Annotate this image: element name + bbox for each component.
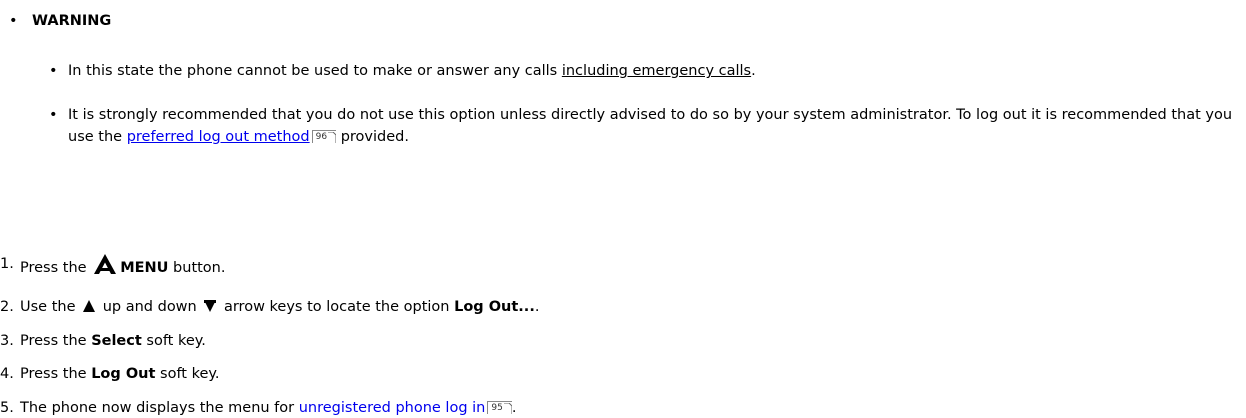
step-text: Press the Log Out soft key. xyxy=(20,364,220,384)
page-ref-number: 96 xyxy=(315,132,328,142)
step-number: 5. xyxy=(0,400,14,416)
page-ref-number: 95 xyxy=(491,403,503,413)
text: Press the xyxy=(20,260,92,276)
step-text: Use the up and down arrow keys to locate… xyxy=(20,297,539,317)
text: The phone now displays the menu for xyxy=(20,400,299,416)
up-arrow-icon xyxy=(83,300,96,312)
bullet: • xyxy=(49,107,58,123)
list-item-text: It is strongly recommended that you do n… xyxy=(68,104,1246,148)
step-number: 1. xyxy=(0,256,14,272)
page-ref-icon xyxy=(328,132,337,143)
menu-icon xyxy=(94,254,117,274)
list-item-text: In this state the phone cannot be used t… xyxy=(68,60,1246,82)
text: soft key. xyxy=(155,366,220,382)
step-text: Press the MENU button. xyxy=(20,254,225,278)
text: button. xyxy=(168,260,226,276)
text: . xyxy=(751,63,756,79)
text: . xyxy=(534,299,540,315)
soft-key-label: Log Out xyxy=(91,366,156,382)
bullet: • xyxy=(49,63,58,79)
text: Press the xyxy=(20,366,92,382)
text: up and down xyxy=(98,299,202,315)
soft-key-label: Select xyxy=(91,333,142,349)
text: Use the xyxy=(20,299,81,315)
text: soft key. xyxy=(141,333,206,349)
text: Press the xyxy=(20,333,92,349)
step-number: 4. xyxy=(0,366,14,382)
page-ref[interactable]: 95 xyxy=(487,401,512,414)
bullet: • xyxy=(9,13,18,29)
text: In this state the phone cannot be used t… xyxy=(68,63,562,79)
step-text: Press the Select soft key. xyxy=(20,331,206,351)
step-text: The phone now displays the menu for unre… xyxy=(20,398,516,418)
text: . xyxy=(511,400,517,416)
preferred-log-out-link[interactable]: preferred log out method xyxy=(127,129,310,145)
down-arrow-icon xyxy=(204,300,217,312)
step-number: 3. xyxy=(0,333,14,349)
menu-button-label: MENU xyxy=(120,260,169,276)
step-number: 2. xyxy=(0,299,14,315)
unregistered-log-in-link[interactable]: unregistered phone log in xyxy=(299,400,486,416)
page-ref-icon xyxy=(503,403,512,414)
page-ref[interactable]: 96 xyxy=(311,130,337,143)
option-label: Log Out... xyxy=(454,299,535,315)
warning-title: WARNING xyxy=(32,13,112,29)
emphasis-text: including emergency calls xyxy=(561,63,752,79)
text: arrow keys to locate the option xyxy=(219,299,455,315)
text: provided. xyxy=(336,129,409,145)
